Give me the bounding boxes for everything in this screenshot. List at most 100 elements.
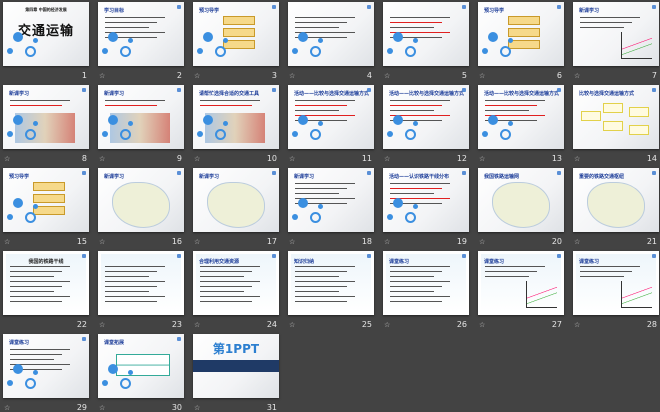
play-animation-icon[interactable]: ☆ [289, 321, 295, 329]
text-line [390, 27, 434, 29]
slide-thumbnail-29[interactable]: 课堂练习 [3, 334, 89, 398]
animation-marker-icon [557, 88, 561, 92]
slide-thumbnail-4[interactable] [288, 2, 374, 66]
slide-thumbnail-21[interactable]: 重要的铁路交通枢纽 [573, 168, 659, 232]
hexagon-decoration [298, 32, 308, 42]
play-animation-icon[interactable]: ☆ [194, 238, 200, 246]
animation-marker-icon [462, 254, 466, 258]
hexagon-decoration [7, 214, 13, 220]
play-animation-icon[interactable]: ☆ [384, 155, 390, 163]
slide-subtitle: 第四章 中国的经济发展 [25, 7, 67, 12]
play-animation-icon[interactable]: ☆ [99, 404, 105, 412]
slide-title: 活动——比较与选择交通运输方式 [294, 91, 370, 97]
play-animation-icon[interactable]: ☆ [289, 155, 295, 163]
slide-thumbnail-30[interactable]: 课堂拓展 [98, 334, 184, 398]
play-animation-icon[interactable]: ☆ [99, 238, 105, 246]
slide-thumbnail-1[interactable]: 第四章 中国的经济发展 交通运输 [3, 2, 89, 66]
slide-thumbnail-11[interactable]: 活动——比较与选择交通运输方式 [288, 85, 374, 149]
hexagon-decoration [120, 46, 131, 57]
text-line [390, 296, 450, 298]
slide-number: 16 [171, 237, 182, 246]
play-animation-icon[interactable]: ☆ [194, 404, 200, 412]
slide-thumbnail-10[interactable]: 请帮忙选择合适的交通工具 [193, 85, 279, 149]
slide-title: 我国的铁路干线 [28, 259, 64, 265]
slide-title: 新课学习 [294, 174, 315, 180]
slide-title: 请帮忙选择合适的交通工具 [199, 91, 260, 97]
hexagon-decoration [33, 38, 38, 43]
slide-thumbnail-6[interactable]: 预习导学 [478, 2, 564, 66]
slide-thumbnail-5[interactable] [383, 2, 469, 66]
slide-number: 30 [171, 403, 182, 412]
animation-marker-icon [462, 88, 466, 92]
animation-marker-icon [177, 5, 181, 9]
play-animation-icon[interactable]: ☆ [194, 321, 200, 329]
hexagon-decoration [102, 131, 108, 137]
slide-thumbnail-23[interactable] [98, 251, 184, 315]
slide-number: 18 [361, 237, 372, 246]
slide-title: 预习导学 [484, 8, 505, 14]
slide-thumbnail-13[interactable]: 活动——比较与选择交通运输方式 [478, 85, 564, 149]
slide-thumbnail-7[interactable]: 新课学习 [573, 2, 659, 66]
text-line [200, 286, 252, 288]
play-animation-icon[interactable]: ☆ [479, 238, 485, 246]
play-animation-icon[interactable]: ☆ [99, 72, 105, 80]
play-animation-icon[interactable]: ☆ [99, 155, 105, 163]
text-line [580, 266, 640, 268]
play-animation-icon[interactable]: ☆ [574, 72, 580, 80]
slide-thumbnail-8[interactable]: 新课学习 [3, 85, 89, 149]
slide-thumbnail-24[interactable]: 合理利用交通资源 [193, 251, 279, 315]
animation-marker-icon [557, 171, 561, 175]
animation-marker-icon [367, 254, 371, 258]
play-animation-icon[interactable]: ☆ [574, 321, 580, 329]
hexagon-decoration [102, 48, 108, 54]
slide-thumbnail-27[interactable]: 课堂练习 [478, 251, 564, 315]
text-line [105, 301, 157, 303]
play-animation-icon[interactable]: ☆ [289, 238, 295, 246]
play-animation-icon[interactable]: ☆ [574, 238, 580, 246]
slide-thumbnail-14[interactable]: 比较与选择交通运输方式 [573, 85, 659, 149]
text-line [390, 183, 450, 185]
text-line [580, 271, 632, 273]
slide-thumbnail-17[interactable]: 新课学习 [193, 168, 279, 232]
play-animation-icon[interactable]: ☆ [384, 238, 390, 246]
slide-thumbnail-31[interactable]: 第1PPT [193, 334, 279, 398]
slide-thumbnail-28[interactable]: 课堂练习 [573, 251, 659, 315]
play-animation-icon[interactable]: ☆ [4, 404, 10, 412]
slide-thumbnail-25[interactable]: 知识归纳 [288, 251, 374, 315]
play-animation-icon[interactable]: ☆ [4, 238, 10, 246]
slide-thumbnail-3[interactable]: 预习导学 [193, 2, 279, 66]
text-line [390, 276, 434, 278]
hexagon-decoration [310, 129, 321, 140]
play-animation-icon[interactable]: ☆ [479, 155, 485, 163]
slide-thumbnail-15[interactable]: 预习导学 [3, 168, 89, 232]
text-line [580, 276, 624, 278]
slide-thumbnail-9[interactable]: 新课学习 [98, 85, 184, 149]
slide-thumbnail-16[interactable]: 新课学习 [98, 168, 184, 232]
hexagon-decoration [393, 198, 403, 208]
play-animation-icon[interactable]: ☆ [574, 155, 580, 163]
text-line [200, 296, 260, 298]
play-animation-icon[interactable]: ☆ [194, 72, 200, 80]
text-line [105, 286, 157, 288]
play-animation-icon[interactable]: ☆ [99, 321, 105, 329]
slide-thumbnail-18[interactable]: 新课学习 [288, 168, 374, 232]
chart-image [526, 281, 557, 308]
slide-thumbnail-12[interactable]: 活动——比较与选择交通运输方式 [383, 85, 469, 149]
play-animation-icon[interactable]: ☆ [479, 72, 485, 80]
play-animation-icon[interactable]: ☆ [384, 321, 390, 329]
slide-thumbnail-19[interactable]: 活动——认识铁路干线分布 [383, 168, 469, 232]
slide-thumbnail-20[interactable]: 我国铁路运输网 [478, 168, 564, 232]
slide-thumbnail-2[interactable]: 学习目标 [98, 2, 184, 66]
slide-thumbnail-22[interactable]: 我国的铁路干线 [3, 251, 89, 315]
play-animation-icon[interactable]: ☆ [479, 321, 485, 329]
play-animation-icon[interactable]: ☆ [4, 155, 10, 163]
slide-thumbnail-26[interactable]: 课堂练习 [383, 251, 469, 315]
text-line [485, 271, 537, 273]
text-line [105, 266, 165, 268]
play-animation-icon[interactable]: ☆ [194, 155, 200, 163]
animation-marker-icon [367, 171, 371, 175]
play-animation-icon[interactable]: ☆ [289, 72, 295, 80]
play-animation-icon[interactable]: ☆ [384, 72, 390, 80]
hexagon-decoration [405, 212, 416, 223]
slide-title: 新课学习 [579, 8, 600, 14]
